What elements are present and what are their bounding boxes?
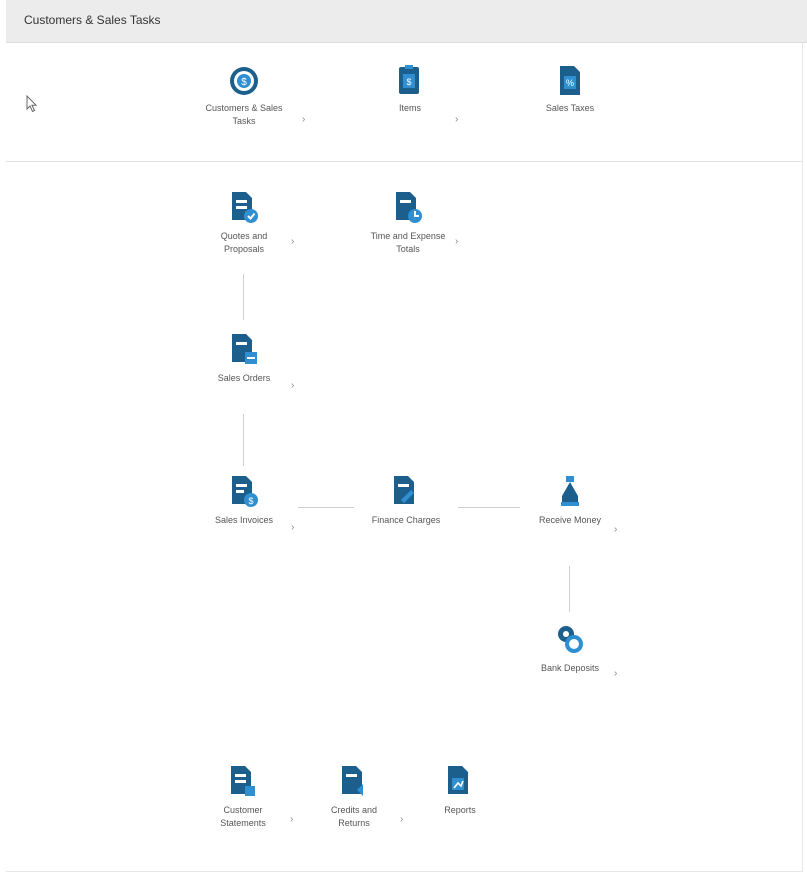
time-expense-totals-button[interactable]: Time and Expense Totals [362, 190, 454, 256]
receive-money-icon [561, 476, 579, 506]
arrow-right-icon: › [400, 814, 404, 825]
reports-label: Reports [444, 805, 476, 815]
sales-taxes-label: Sales Taxes [545, 103, 595, 113]
finance-charges-document-icon [394, 476, 414, 504]
connector-line [298, 507, 354, 508]
arrow-right-icon: › [291, 380, 295, 391]
receive-money-button[interactable]: Receive Money [530, 474, 610, 527]
customer-statements-label: Customer Statements [220, 805, 266, 828]
arrow-right-icon: › [302, 114, 306, 125]
connector-line [243, 414, 244, 466]
receive-money-label: Receive Money [538, 515, 602, 525]
customer-statements-button[interactable]: Customer Statements [200, 764, 286, 830]
finance-charges-label: Finance Charges [371, 515, 441, 525]
connector-line [458, 507, 520, 508]
mouse-cursor-icon [26, 95, 38, 113]
bank-deposits-icon [558, 626, 583, 653]
customers-sales-tasks-button[interactable]: $ Customers & Sales Tasks [198, 64, 290, 128]
arrow-right-icon: › [455, 236, 459, 247]
svg-text:$: $ [248, 496, 253, 506]
window-title-bar: Customers & Sales Tasks [6, 0, 807, 43]
reports-button[interactable]: Reports [424, 764, 496, 817]
svg-text:%: % [566, 78, 574, 88]
arrow-right-icon: › [291, 522, 295, 533]
credits-returns-label: Credits and Returns [330, 805, 378, 828]
time-expense-document-icon [396, 192, 422, 223]
bank-deposits-label: Bank Deposits [540, 663, 600, 673]
finance-charges-button[interactable]: Finance Charges [366, 474, 446, 527]
connector-line [569, 566, 570, 612]
sales-invoices-label: Sales Invoices [214, 515, 274, 525]
arrow-right-icon: › [614, 668, 618, 679]
credits-returns-document-icon [342, 766, 363, 796]
page-border [802, 43, 803, 871]
svg-text:$: $ [241, 77, 247, 88]
arrow-right-icon: › [290, 814, 294, 825]
sales-orders-label: Sales Orders [217, 373, 271, 383]
arrow-right-icon: › [291, 236, 295, 247]
page-border [6, 871, 803, 872]
quotes-document-icon [232, 192, 258, 223]
customers-sales-tasks-label: Customers & Sales Tasks [205, 103, 283, 126]
bank-deposits-button[interactable]: Bank Deposits [526, 622, 614, 675]
sales-orders-document-icon [232, 334, 257, 364]
connector-line [243, 274, 244, 320]
customers-sales-circle-icon: $ [230, 67, 258, 95]
items-clipboard-icon: $ [399, 65, 419, 94]
sales-tax-document-icon: % [560, 66, 580, 95]
sales-taxes-button[interactable]: % Sales Taxes [530, 64, 610, 115]
window-title: Customers & Sales Tasks [24, 13, 161, 27]
sales-invoices-button[interactable]: $ Sales Invoices [200, 474, 288, 527]
arrow-right-icon: › [614, 524, 618, 535]
time-expense-totals-label: Time and Expense Totals [370, 231, 446, 254]
sales-invoices-document-icon: $ [232, 476, 258, 507]
credits-returns-button[interactable]: Credits and Returns [314, 764, 394, 830]
reports-document-icon [448, 766, 468, 794]
svg-text:$: $ [406, 77, 411, 87]
sales-orders-button[interactable]: Sales Orders [203, 332, 285, 385]
quotes-proposals-label: Quotes and Proposals [220, 231, 268, 254]
items-button[interactable]: $ Items [370, 64, 450, 115]
quotes-proposals-button[interactable]: Quotes and Proposals [203, 190, 285, 256]
customer-statements-document-icon [231, 766, 255, 796]
arrow-right-icon: › [455, 114, 459, 125]
items-label: Items [398, 103, 421, 113]
